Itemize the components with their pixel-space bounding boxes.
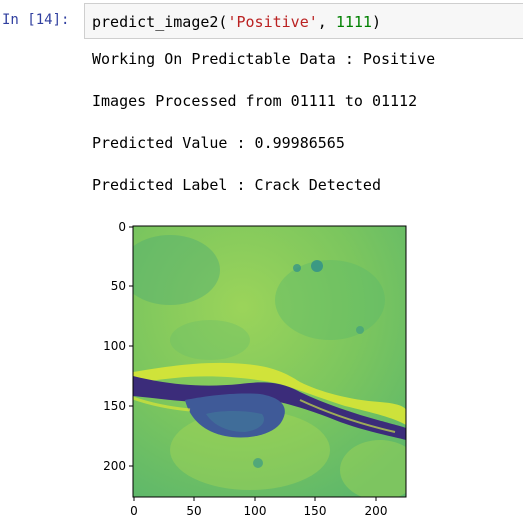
- crack-image: [133, 226, 406, 497]
- x-tick-label: 50: [186, 504, 201, 518]
- notebook-cell: In [14]: predict_image2('Positive', 1111…: [0, 0, 523, 532]
- y-tick-label: 0: [118, 220, 126, 234]
- x-axis: 0 50 100 150 200: [130, 497, 387, 518]
- y-tick-label: 150: [103, 399, 126, 413]
- x-tick-label: 100: [244, 504, 267, 518]
- image-plot: 0 50 100 150 200 0 50 100 150 200: [103, 220, 407, 518]
- y-axis: 0 50 100 150 200: [103, 220, 133, 473]
- x-tick-label: 200: [365, 504, 388, 518]
- y-tick-label: 50: [111, 279, 126, 293]
- x-tick-label: 150: [304, 504, 327, 518]
- y-tick-label: 100: [103, 339, 126, 353]
- y-tick-label: 200: [103, 459, 126, 473]
- x-tick-label: 0: [130, 504, 138, 518]
